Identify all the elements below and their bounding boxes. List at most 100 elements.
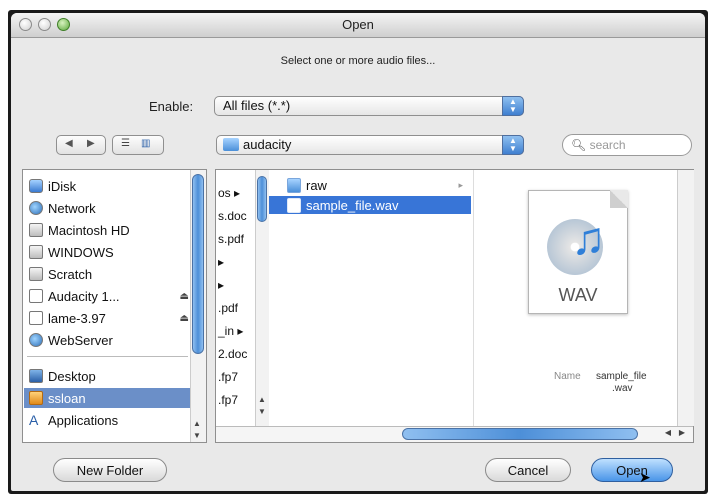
- sidebar-item[interactable]: WINDOWS: [29, 242, 189, 262]
- sidebar-item[interactable]: lame-3.97 ⏏: [29, 308, 189, 328]
- file-type-label: WAV: [558, 285, 598, 305]
- column-view-icon[interactable]: ▥: [141, 138, 150, 149]
- open-dialog: Open Select one or more audio files... E…: [11, 13, 705, 491]
- parent-column: os ▸ s.doc s.pdf ▸ ▸ .pdf _in ▸ 2.doc .fp7 .fp7: [216, 170, 257, 426]
- list-item[interactable]: ▸: [218, 278, 224, 292]
- audio-file-icon: [287, 197, 301, 213]
- list-item[interactable]: .fp7: [218, 370, 238, 384]
- list-view-icon[interactable]: ☰: [121, 138, 130, 149]
- window-title: Open: [342, 17, 374, 32]
- sidebar-item-label: ssloan: [48, 390, 86, 406]
- location-popup[interactable]: audacity ▲ ▼: [216, 135, 524, 155]
- scroll-up-arrow-icon[interactable]: ▲: [258, 395, 266, 404]
- scroll-down-arrow-icon[interactable]: ▼: [193, 431, 201, 440]
- folder-icon: [287, 177, 301, 193]
- view-mode-control[interactable]: ☰ ▥: [112, 135, 164, 155]
- list-item[interactable]: 2.doc: [218, 347, 247, 361]
- back-forward-control[interactable]: ◀ ▶: [56, 135, 106, 155]
- sidebar-item[interactable]: ssloan: [24, 388, 193, 408]
- audacity-column: raw ▸ sample_file.wav: [269, 170, 474, 426]
- popup-arrows-icon: ▲ ▼: [502, 135, 524, 155]
- sidebar-item[interactable]: Network: [29, 198, 189, 218]
- forward-arrow-icon[interactable]: ▶: [87, 138, 95, 149]
- dialog-prompt: Select one or more audio files...: [280, 55, 436, 67]
- preview-name-extension: .wav: [612, 383, 633, 394]
- preview-column: ♫ WAV Name sample_file .wav: [474, 170, 676, 426]
- search-icon: 🔍︎: [571, 138, 587, 152]
- eject-icon[interactable]: ⏏: [180, 291, 189, 302]
- sidebar-item-label: WINDOWS: [48, 244, 114, 260]
- title-bar: Open: [11, 13, 705, 38]
- file-row[interactable]: sample_file.wav: [269, 196, 471, 214]
- sidebar-item[interactable]: Desktop: [29, 366, 189, 386]
- cancel-button[interactable]: Cancel: [485, 458, 571, 482]
- scroll-up-arrow-icon[interactable]: ▲: [193, 419, 201, 428]
- desktop-icon: [29, 369, 43, 383]
- sidebar-item[interactable]: Audacity 1... ⏏: [29, 286, 189, 306]
- page-fold: [610, 190, 628, 208]
- list-item[interactable]: .fp7: [218, 393, 238, 407]
- sidebar-item-label: Desktop: [48, 368, 96, 384]
- sidebar-scrollbar[interactable]: ▲ ▼: [190, 170, 206, 442]
- enable-filter-value: All files (*.*): [223, 98, 291, 113]
- preview-name-value: sample_file: [596, 371, 647, 382]
- list-item[interactable]: os ▸: [218, 186, 240, 200]
- document-icon: [29, 289, 43, 303]
- sidebar-item[interactable]: Macintosh HD: [29, 220, 189, 240]
- sidebar-item-label: Network: [48, 200, 96, 216]
- drive-icon: [29, 223, 43, 237]
- popup-arrows-icon: ▲ ▼: [502, 96, 524, 116]
- sidebar-item-label: iDisk: [48, 178, 77, 194]
- scroll-right-arrow-icon[interactable]: ▶: [679, 428, 685, 437]
- music-note-icon: ♫: [571, 212, 606, 264]
- new-folder-button[interactable]: New Folder: [53, 458, 167, 482]
- scroll-left-arrow-icon[interactable]: ◀: [665, 428, 671, 437]
- drive-icon: [29, 245, 43, 259]
- file-name: raw: [306, 177, 327, 193]
- enable-filter-popup[interactable]: All files (*.*) ▲ ▼: [214, 96, 524, 116]
- idisk-icon: [29, 179, 43, 193]
- location-value: audacity: [243, 137, 292, 152]
- list-item[interactable]: s.pdf: [218, 232, 244, 246]
- applications-icon: A: [29, 412, 39, 428]
- sidebar-item-label: Applications: [48, 412, 119, 428]
- list-item[interactable]: _in ▸: [218, 324, 243, 338]
- preview-scrollbar[interactable]: [677, 170, 694, 426]
- sidebar-item-label: Audacity 1...: [48, 288, 120, 304]
- parent-column-scrollbar[interactable]: ▲ ▼: [255, 170, 269, 426]
- sidebar-item-label: WebServer: [48, 332, 113, 348]
- file-row[interactable]: raw ▸: [269, 176, 471, 194]
- scroll-down-arrow-icon[interactable]: ▼: [258, 407, 266, 416]
- hscroll-thumb[interactable]: [402, 428, 638, 440]
- disclosure-arrow-icon: ▸: [458, 179, 463, 190]
- document-icon: [29, 311, 43, 325]
- enable-label: Enable:: [149, 99, 194, 114]
- sidebar-scroll-thumb[interactable]: [192, 174, 204, 354]
- wav-file-preview: ♫ WAV: [528, 190, 628, 314]
- search-placeholder: search: [589, 138, 626, 152]
- mouse-pointer-icon: ➤: [639, 469, 651, 485]
- sidebar-item-label: Macintosh HD: [48, 222, 130, 238]
- search-field[interactable]: 🔍︎ search: [562, 134, 692, 156]
- globe-icon: [29, 333, 43, 347]
- sidebar-item[interactable]: WebServer: [29, 330, 189, 350]
- sidebar-item[interactable]: Scratch: [29, 264, 189, 284]
- eject-icon[interactable]: ⏏: [180, 313, 189, 324]
- sidebar: iDisk Network Macintosh HD WINDOWS Scratch Au…: [22, 169, 207, 443]
- list-item[interactable]: ▸: [218, 255, 224, 269]
- column-browser: os ▸ s.doc s.pdf ▸ ▸ .pdf _in ▸ 2.doc .fp7 .fp7 ▲…: [215, 169, 694, 443]
- list-item[interactable]: s.doc: [218, 209, 247, 223]
- column-browser-hscrollbar[interactable]: ◀ ▶: [216, 426, 693, 442]
- preview-name-label: Name: [554, 371, 581, 382]
- globe-icon: [29, 201, 43, 215]
- parent-column-scroll-thumb[interactable]: [257, 176, 267, 222]
- list-item[interactable]: .pdf: [218, 301, 238, 315]
- sidebar-item-label: Scratch: [48, 266, 93, 282]
- sidebar-divider: [27, 356, 188, 357]
- back-arrow-icon[interactable]: ◀: [65, 138, 73, 149]
- sidebar-item[interactable]: iDisk: [29, 176, 189, 196]
- open-button[interactable]: Open: [591, 458, 673, 482]
- home-icon: [29, 391, 43, 405]
- sidebar-item[interactable]: A Applications: [29, 410, 189, 430]
- sidebar-item-label: lame-3.97: [48, 310, 106, 326]
